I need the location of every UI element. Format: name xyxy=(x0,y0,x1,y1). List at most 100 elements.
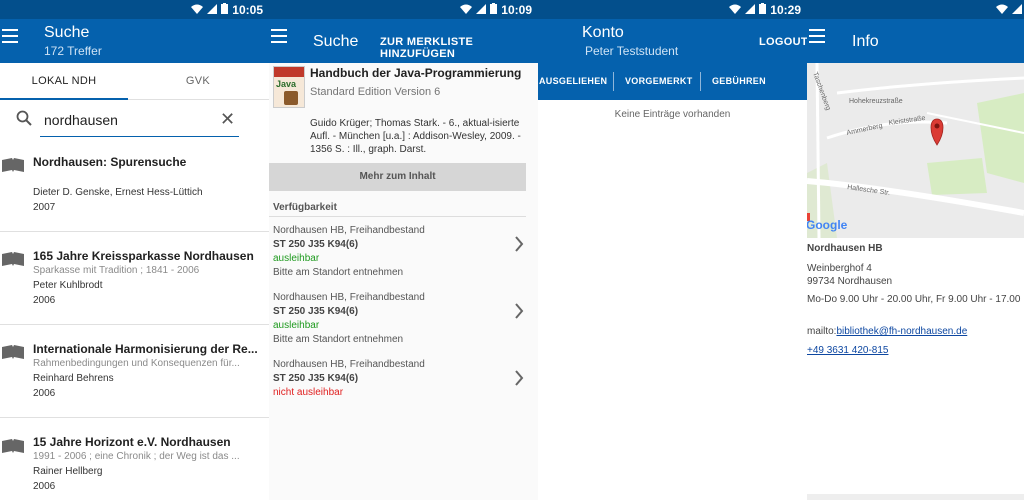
list-item[interactable]: 15 Jahre Horizont e.V. Nordhausen 1991 -… xyxy=(0,418,269,500)
chevron-right-icon[interactable] xyxy=(514,303,524,324)
result-year: 2006 xyxy=(33,481,56,492)
email-link[interactable]: bibliothek@fh-nordhausen.de xyxy=(836,326,967,337)
result-title: 165 Jahre Kreissparkasse Nordhausen xyxy=(33,249,254,263)
holding-status: ausleihbar xyxy=(273,320,320,331)
battery-icon xyxy=(759,3,767,17)
search-icon[interactable] xyxy=(16,110,32,131)
result-year: 2007 xyxy=(33,202,56,213)
result-year: 2006 xyxy=(33,388,56,399)
status-bar: 10:09 xyxy=(269,0,538,19)
menu-icon[interactable] xyxy=(271,29,287,43)
result-author: Peter Kuhlbrodt xyxy=(33,280,103,291)
library-city: 99734 Nordhausen xyxy=(807,276,893,287)
library-street: Weinberghof 4 xyxy=(807,263,872,274)
logout-button[interactable]: LOGOUT xyxy=(759,36,807,48)
book-title: Handbuch der Java-Programmierung xyxy=(310,66,522,80)
holding-item[interactable]: Nordhausen HB, Freihandbestand ST 250 J3… xyxy=(273,224,526,290)
holding-location: Nordhausen HB, Freihandbestand xyxy=(273,359,425,370)
mailto-line: mailto:bibliothek@fh-nordhausen.de xyxy=(807,326,967,337)
result-subtitle: Sparkasse mit Tradition ; 1841 - 2006 xyxy=(33,265,200,276)
account-screen: 10:29 Konto Peter Teststudent LOGOUT AUS… xyxy=(538,0,807,500)
book-icon xyxy=(2,252,24,271)
list-item[interactable]: Internationale Harmonisierung der Re... … xyxy=(0,325,269,418)
page-title: Suche xyxy=(313,33,359,50)
menu-icon[interactable] xyxy=(809,29,825,43)
holding-status: ausleihbar xyxy=(273,253,320,264)
availability-heading: Verfügbarkeit xyxy=(273,202,337,213)
app-bar: Suche 172 Treffer xyxy=(0,19,269,63)
result-title: Nordhausen: Spurensuche xyxy=(33,155,187,169)
holding-item[interactable]: Nordhausen HB, Freihandbestand ST 250 J3… xyxy=(273,291,526,357)
result-title: 15 Jahre Horizont e.V. Nordhausen xyxy=(33,435,231,449)
book-icon xyxy=(2,345,24,364)
wifi-icon xyxy=(460,3,473,17)
result-author: Dieter D. Genske, Ernest Hess-Lüttich xyxy=(33,187,203,198)
book-detail-screen: 10:09 Suche ZUR MERKLISTE HINZUFÜGEN Jav… xyxy=(269,0,538,500)
signal-icon xyxy=(1012,3,1022,17)
status-bar: 10:29 xyxy=(538,0,807,19)
holding-location: Nordhausen HB, Freihandbestand xyxy=(273,225,425,236)
status-time: 10:09 xyxy=(501,3,532,17)
add-to-watchlist-button[interactable]: ZUR MERKLISTE HINZUFÜGEN xyxy=(380,36,538,60)
google-logo: Google xyxy=(807,218,848,232)
book-cover-image: Java xyxy=(273,66,305,108)
result-year: 2006 xyxy=(33,295,56,306)
location-map[interactable]: Hohekreuzstraße Taschenberg Ammerberg Kl… xyxy=(807,63,1024,238)
info-screen: Info Hohekreuzstraße Taschenberg Ammerbe… xyxy=(807,0,1024,500)
empty-state-text: Keine Einträge vorhanden xyxy=(614,109,731,120)
result-author: Rainer Hellberg xyxy=(33,466,103,477)
chevron-right-icon[interactable] xyxy=(514,370,524,391)
search-underline xyxy=(40,136,239,137)
status-time: 10:29 xyxy=(770,3,801,17)
wifi-icon xyxy=(729,3,742,17)
book-description: Guido Krüger; Thomas Stark. - 6., aktual… xyxy=(310,118,521,155)
wifi-icon xyxy=(996,3,1008,17)
result-author: Reinhard Behrens xyxy=(33,373,114,384)
signal-icon xyxy=(745,3,756,17)
page-title: Info xyxy=(852,33,879,50)
app-bar: Suche ZUR MERKLISTE HINZUFÜGEN xyxy=(269,19,538,63)
app-bar: Konto Peter Teststudent LOGOUT xyxy=(538,19,807,63)
list-item[interactable]: 165 Jahre Kreissparkasse Nordhausen Spar… xyxy=(0,232,269,325)
holding-signature: ST 250 J35 K94(6) xyxy=(273,373,359,384)
tab-gvk[interactable]: GVK xyxy=(134,63,262,100)
holding-note: Bitte am Standort entnehmen xyxy=(273,334,404,345)
holding-note: Bitte am Standort entnehmen xyxy=(273,267,404,278)
close-icon[interactable]: ✕ xyxy=(220,109,235,130)
holding-signature: ST 250 J35 K94(6) xyxy=(273,239,359,250)
wifi-icon xyxy=(191,3,204,17)
catalog-tabs: LOKAL NDH GVK xyxy=(0,63,269,100)
result-subtitle: Rahmenbedingungen und Konsequenzen für..… xyxy=(33,358,240,369)
tab-vorgemerkt[interactable]: VORGEMERKT xyxy=(625,63,693,100)
tab-lokal-ndh[interactable]: LOKAL NDH xyxy=(0,63,128,100)
opening-hours: Mo-Do 9.00 Uhr - 20.00 Uhr, Fr 9.00 Uhr … xyxy=(807,294,1021,305)
result-title: Internationale Harmonisierung der Re... xyxy=(33,342,258,356)
tab-ausgeliehen[interactable]: AUSGELIEHEN xyxy=(539,63,607,100)
result-count: 172 Treffer xyxy=(44,44,102,58)
status-time: 10:05 xyxy=(232,3,263,17)
signal-icon xyxy=(207,3,218,17)
holding-location: Nordhausen HB, Freihandbestand xyxy=(273,292,425,303)
app-bar: Info xyxy=(807,19,1024,63)
result-subtitle: 1991 - 2006 ; eine Chronik ; der Weg ist… xyxy=(33,451,240,462)
book-icon xyxy=(2,158,24,177)
menu-icon[interactable] xyxy=(2,29,18,43)
book-subtitle: Standard Edition Version 6 xyxy=(310,86,441,98)
signal-icon xyxy=(476,3,487,17)
status-bar: 10:05 xyxy=(0,0,269,19)
phone-link[interactable]: +49 3631 420-815 xyxy=(807,345,888,356)
more-content-button[interactable]: Mehr zum Inhalt xyxy=(269,163,526,191)
divider xyxy=(269,216,526,217)
library-name: Nordhausen HB xyxy=(807,243,883,254)
holding-item[interactable]: Nordhausen HB, Freihandbestand ST 250 J3… xyxy=(273,358,526,424)
status-bar xyxy=(807,0,1024,19)
battery-icon xyxy=(490,3,498,17)
holding-signature: ST 250 J35 K94(6) xyxy=(273,306,359,317)
list-item[interactable]: Nordhausen: Spurensuche Dieter D. Genske… xyxy=(0,140,269,232)
book-icon xyxy=(2,439,24,458)
chevron-right-icon[interactable] xyxy=(514,236,524,257)
search-input[interactable]: nordhausen xyxy=(44,112,118,128)
bottom-edge xyxy=(807,494,1024,500)
tab-gebuehren[interactable]: GEBÜHREN xyxy=(712,63,766,100)
map-graphic: Hohekreuzstraße Taschenberg Ammerberg Kl… xyxy=(807,63,1024,238)
